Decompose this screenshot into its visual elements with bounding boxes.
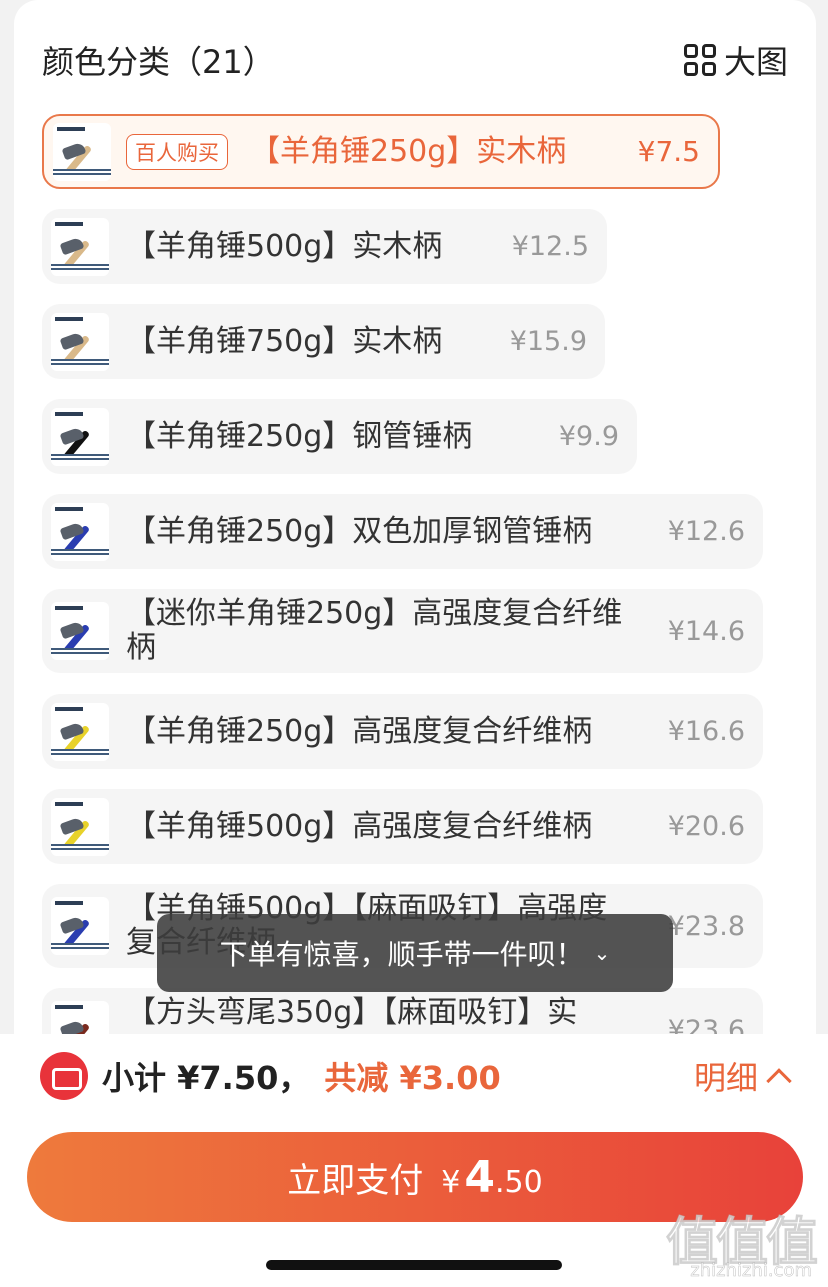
- option-item-0[interactable]: 百人购买 【羊角锤250g】实木柄 ¥7.5: [42, 114, 720, 189]
- option-item-2[interactable]: 【羊角锤750g】实木柄 ¥15.9: [42, 304, 605, 379]
- big-view-button[interactable]: 大图: [683, 37, 788, 83]
- option-label: 【羊角锤500g】高强度复合纤维柄: [126, 808, 593, 844]
- option-thumbnail: [51, 217, 109, 276]
- option-label: 【迷你羊角锤250g】高强度复合纤维柄: [126, 596, 623, 665]
- toast-text: 下单有惊喜，顺手带一件呗！: [219, 938, 584, 971]
- price-summary: 小计 ¥7.50， 共减 ¥3.00 明细: [40, 1052, 792, 1100]
- option-price: ¥9.9: [558, 421, 619, 452]
- pay-label: 立即支付: [287, 1160, 424, 1201]
- option-label: 【方头弯尾350g】【麻面吸钉】实: [126, 995, 578, 1030]
- option-price: ¥15.9: [509, 326, 587, 357]
- discount-text: 共减 ¥3.00: [324, 1059, 501, 1097]
- option-label: 【羊角锤250g】钢管锤柄: [126, 418, 473, 454]
- detail-label: 明细: [693, 1059, 758, 1097]
- option-thumbnail: [51, 407, 109, 466]
- option-item-4[interactable]: 【羊角锤250g】双色加厚钢管锤柄 ¥12.6: [42, 494, 763, 569]
- coupon-icon: [40, 1052, 88, 1100]
- subtotal-text: 小计 ¥7.50，: [102, 1059, 311, 1097]
- chevron-up-icon: [766, 1068, 792, 1094]
- home-indicator: [266, 1260, 562, 1270]
- watermark-url: zhizhizhi.com: [690, 1260, 812, 1282]
- option-price: ¥14.6: [667, 615, 745, 647]
- grid-icon: [683, 44, 716, 76]
- option-item-1[interactable]: 【羊角锤500g】实木柄 ¥12.5: [42, 209, 607, 284]
- pay-integer: 4: [464, 1151, 495, 1203]
- promo-toast[interactable]: 下单有惊喜，顺手带一件呗！ ⌄: [157, 914, 673, 992]
- option-item-5[interactable]: 【迷你羊角锤250g】高强度复合纤维柄 ¥14.6: [42, 589, 763, 673]
- option-thumbnail: [51, 502, 109, 561]
- page-title: 颜色分类（21）: [42, 43, 275, 81]
- option-item-7[interactable]: 【羊角锤500g】高强度复合纤维柄 ¥20.6: [42, 789, 763, 864]
- big-view-label: 大图: [723, 43, 788, 81]
- option-price: ¥12.6: [667, 516, 745, 547]
- option-label: 【羊角锤500g】实木柄: [126, 228, 443, 264]
- option-label: 【羊角锤750g】实木柄: [126, 323, 443, 359]
- option-price: ¥23.8: [667, 910, 745, 942]
- option-thumbnail: [51, 702, 109, 761]
- option-label: 【羊角锤250g】高强度复合纤维柄: [126, 713, 593, 749]
- pay-amount: ¥4.50: [441, 1152, 542, 1203]
- hot-badge: 百人购买: [126, 133, 228, 170]
- sheet-header: 颜色分类（21） 大图: [42, 36, 788, 84]
- option-label: 【羊角锤250g】双色加厚钢管锤柄: [126, 513, 593, 549]
- option-thumbnail: [51, 602, 109, 660]
- option-price: ¥20.6: [667, 811, 745, 842]
- chevron-down-icon: ⌄: [593, 941, 611, 965]
- option-item-3[interactable]: 【羊角锤250g】钢管锤柄 ¥9.9: [42, 399, 637, 474]
- option-price: ¥16.6: [667, 716, 745, 747]
- option-price: ¥7.5: [637, 135, 700, 168]
- option-price: ¥12.5: [511, 231, 589, 262]
- option-label: 【羊角锤250g】实木柄: [250, 133, 567, 169]
- option-item-9[interactable]: 【方头弯尾350g】【麻面吸钉】实 ¥23.6: [42, 988, 763, 1040]
- pay-cents: .50: [495, 1164, 543, 1200]
- detail-toggle[interactable]: 明细: [693, 1053, 792, 1099]
- option-thumbnail: [51, 897, 109, 955]
- option-thumbnail: [51, 312, 109, 371]
- pay-currency: ¥: [441, 1164, 461, 1200]
- option-thumbnail: [51, 797, 109, 856]
- option-item-6[interactable]: 【羊角锤250g】高强度复合纤维柄 ¥16.6: [42, 694, 763, 769]
- option-thumbnail: [53, 122, 111, 181]
- sku-sheet: 颜色分类（21） 大图 百人购买 【羊角锤250g】实木柄 ¥7.5 【羊角锤5…: [14, 0, 816, 1040]
